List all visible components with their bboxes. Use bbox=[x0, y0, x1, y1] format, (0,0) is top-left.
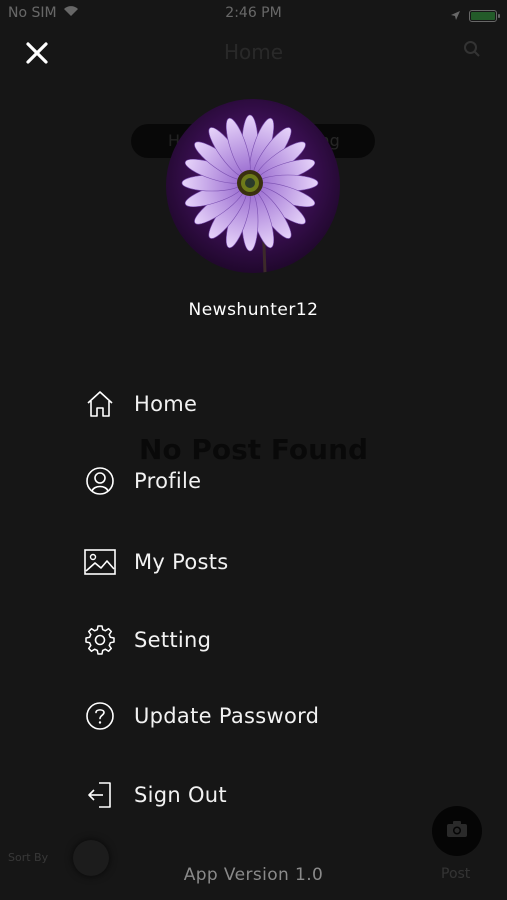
menu-label-setting: Setting bbox=[134, 628, 212, 652]
empty-message: No Post Found bbox=[138, 433, 369, 466]
username: Newshunter12 bbox=[188, 300, 319, 320]
close-button[interactable] bbox=[22, 40, 52, 70]
search-icon bbox=[463, 40, 481, 62]
sign-out-icon bbox=[84, 779, 116, 811]
avatar-flower-image bbox=[166, 99, 340, 273]
gear-icon bbox=[84, 624, 116, 656]
menu-item-sign-out[interactable]: Sign Out bbox=[84, 779, 227, 811]
image-icon bbox=[84, 546, 116, 578]
sort-label: Sort By bbox=[8, 851, 49, 864]
menu-item-update-password[interactable]: Update Password bbox=[84, 700, 319, 732]
menu-item-profile[interactable]: Profile bbox=[84, 465, 201, 497]
menu-label-update-password: Update Password bbox=[134, 704, 320, 728]
menu-label-home: Home bbox=[134, 392, 198, 416]
post-button bbox=[432, 806, 482, 856]
avatar[interactable] bbox=[166, 99, 340, 273]
home-icon bbox=[84, 388, 116, 420]
question-icon bbox=[84, 700, 116, 732]
menu-item-home[interactable]: Home bbox=[84, 388, 197, 420]
menu-label-profile: Profile bbox=[134, 469, 202, 493]
menu-label-my-posts: My Posts bbox=[134, 550, 229, 574]
camera-icon bbox=[446, 820, 468, 842]
close-icon bbox=[25, 41, 49, 69]
menu-item-setting[interactable]: Setting bbox=[84, 624, 211, 656]
menu-label-sign-out: Sign Out bbox=[134, 783, 227, 807]
user-icon bbox=[84, 465, 116, 497]
menu-item-my-posts[interactable]: My Posts bbox=[84, 546, 229, 578]
app-version: App Version 1.0 bbox=[183, 865, 324, 885]
background-title: Home bbox=[223, 40, 284, 64]
